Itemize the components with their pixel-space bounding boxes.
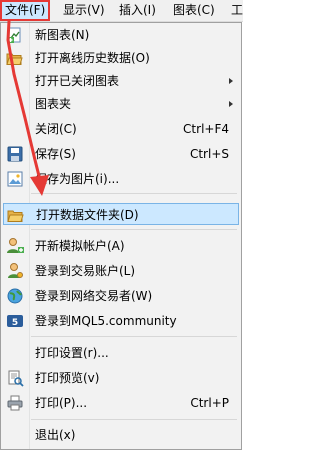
menu-item-login-mql5[interactable]: 5 登录到MQL5.community: [3, 310, 239, 332]
globe-icon: [6, 287, 24, 305]
menu-item-label: 新图表(N): [35, 28, 90, 42]
menu-item-label: 图表夹: [35, 97, 72, 111]
menu-item-print[interactable]: 打印(P)... Ctrl+P: [3, 392, 239, 414]
menu-item-exit[interactable]: 退出(x): [3, 424, 239, 446]
save-picture-icon: [6, 170, 24, 188]
menu-item-save[interactable]: 保存(S) Ctrl+S: [3, 143, 239, 165]
menu-item-new-chart[interactable]: 新图表(N): [3, 24, 239, 46]
menu-item-print-setup[interactable]: 打印设置(r)...: [3, 342, 239, 364]
menu-item-label: 打开已关闭图表: [35, 74, 120, 88]
menu-item-close[interactable]: 关闭(C) Ctrl+F4: [3, 118, 239, 140]
menu-item-label: 退出(x): [35, 428, 76, 442]
menu-item-open-data-folder[interactable]: 打开数据文件夹(D): [3, 203, 239, 225]
save-icon: [6, 145, 24, 163]
add-user-icon: [6, 237, 24, 255]
user-login-icon: [6, 262, 24, 280]
menu-item-label: 关闭(C): [35, 122, 77, 136]
menu-item-print-preview[interactable]: 打印预览(v): [3, 367, 239, 389]
menu-item-open-closed[interactable]: 打开已关闭图表: [3, 70, 239, 92]
menu-item-label: 登录到交易账户(L): [35, 264, 136, 278]
menu-separator: [31, 229, 237, 230]
menu-item-label: 打印(P)...: [35, 396, 88, 410]
menu-item-label: 打印设置(r)...: [35, 346, 109, 360]
menu-item-shortcut: Ctrl+P: [190, 396, 229, 410]
menu-item-label: 登录到网络交易者(W): [35, 289, 153, 303]
menu-item-login-trade-account[interactable]: 登录到交易账户(L): [3, 260, 239, 282]
menu-item-label: 打印预览(v): [35, 371, 100, 385]
folder-open-icon: [7, 206, 25, 224]
menu-item-label: 开新模拟帐户(A): [35, 239, 125, 253]
menu-item-label: 打开离线历史数据(O): [35, 51, 150, 65]
print-preview-icon: [6, 369, 24, 387]
menu-separator: [31, 419, 237, 420]
submenu-arrow-icon: [229, 101, 233, 107]
menu-item-shortcut: Ctrl+F4: [183, 122, 229, 136]
menu-item-label: 保存(S): [35, 147, 76, 161]
printer-icon: [6, 394, 24, 412]
menu-item-open-offline[interactable]: 打开离线历史数据(O): [3, 47, 239, 69]
mql5-icon: 5: [6, 312, 24, 330]
menu-file[interactable]: 文件(F): [0, 0, 51, 21]
svg-text:5: 5: [12, 318, 18, 328]
new-chart-icon: [6, 26, 24, 44]
menu-item-label: 保存为图片(i)...: [35, 172, 120, 186]
menu-item-chart-folder[interactable]: 图表夹: [3, 93, 239, 115]
menu-separator: [31, 193, 237, 194]
menu-view[interactable]: 显示(V): [60, 0, 108, 21]
submenu-arrow-icon: [229, 78, 233, 84]
menu-item-save-as-picture[interactable]: 保存为图片(i)...: [3, 168, 239, 190]
menu-item-label: 打开数据文件夹(D): [36, 208, 139, 222]
menu-bar: 文件(F) 显示(V) 插入(I) 图表(C) 工: [0, 0, 243, 22]
menu-item-open-demo-account[interactable]: 开新模拟帐户(A): [3, 235, 239, 257]
folder-open-icon: [6, 49, 24, 67]
menu-tools[interactable]: 工: [228, 0, 246, 21]
menu-item-label: 登录到MQL5.community: [35, 314, 177, 328]
menu-item-shortcut: Ctrl+S: [189, 147, 229, 161]
menu-separator: [31, 336, 237, 337]
file-menu-dropdown: 新图表(N) 打开离线历史数据(O) 打开已关闭图表 图表夹 关闭(C) Ctr…: [0, 22, 242, 450]
menu-charts[interactable]: 图表(C): [170, 0, 218, 21]
menu-item-login-web-trader[interactable]: 登录到网络交易者(W): [3, 285, 239, 307]
menu-insert[interactable]: 插入(I): [116, 0, 159, 21]
